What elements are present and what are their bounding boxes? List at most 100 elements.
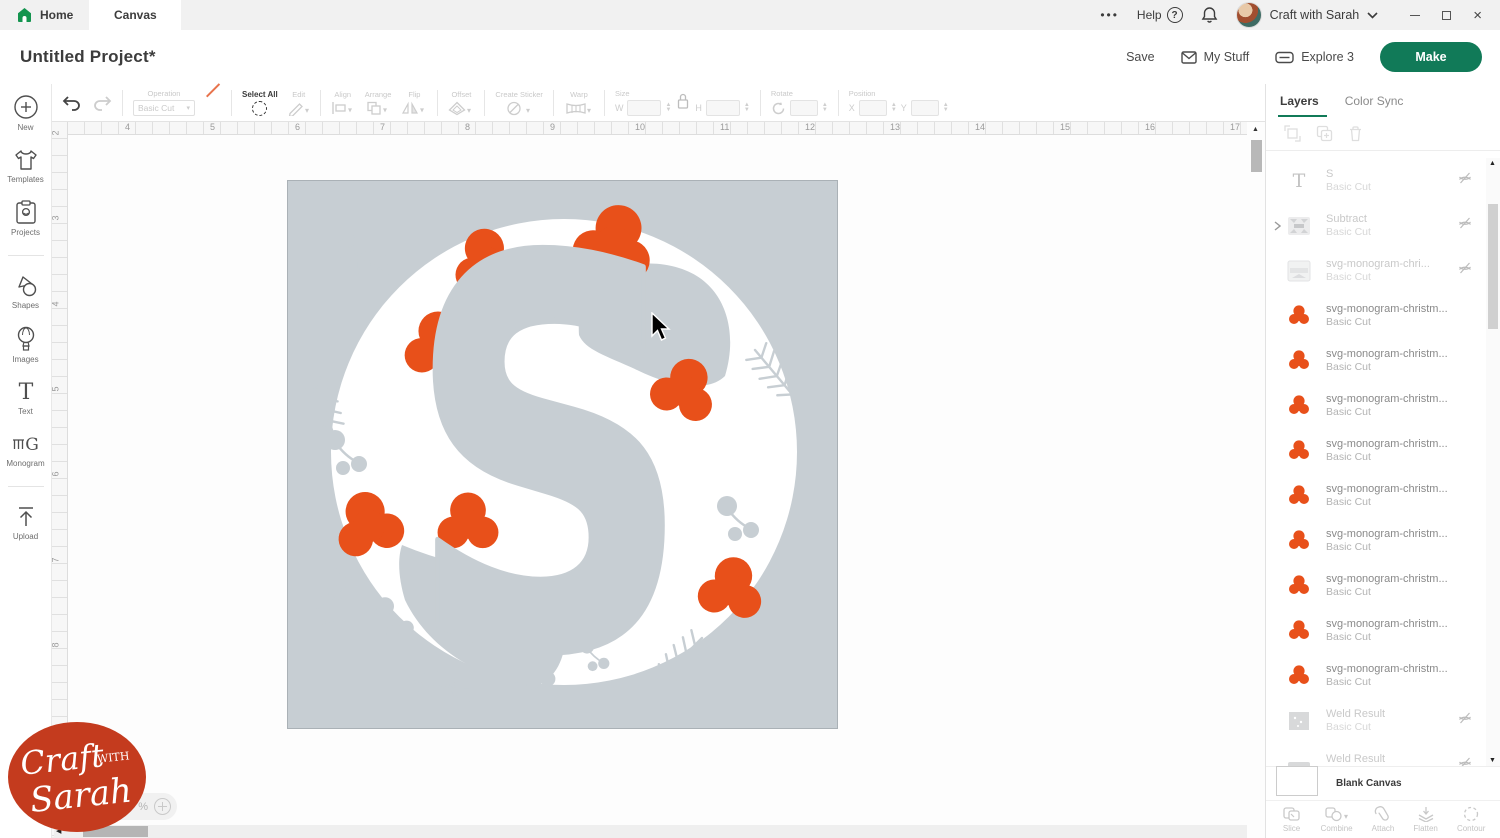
h-ruler-tick: 11 bbox=[720, 122, 729, 132]
select-all-button[interactable]: Select All bbox=[242, 90, 278, 116]
position-x-stepper[interactable]: ▲▼ bbox=[891, 103, 897, 113]
canvas-color-swatch[interactable] bbox=[1276, 766, 1318, 796]
sidebar-item-upload[interactable]: Upload bbox=[0, 505, 51, 541]
arrange-menu[interactable]: Arrange ▾ bbox=[365, 90, 392, 115]
canvas-vertical-scrollbar[interactable]: ▲ bbox=[1250, 124, 1263, 836]
create-sticker-menu[interactable]: Create Sticker ▾ bbox=[495, 90, 543, 116]
select-all-icon bbox=[252, 101, 267, 116]
layer-row[interactable]: Weld ResultBasic Cut bbox=[1266, 743, 1487, 766]
undo-icon[interactable] bbox=[62, 95, 82, 111]
layer-row[interactable]: svg-monogram-christm...Basic Cut bbox=[1266, 653, 1487, 698]
tab-color-sync[interactable]: Color Sync bbox=[1345, 84, 1404, 117]
layer-row[interactable]: Weld ResultBasic Cut bbox=[1266, 698, 1487, 743]
visibility-off-icon[interactable] bbox=[1457, 260, 1473, 281]
scroll-up-arrow-icon[interactable]: ▲ bbox=[1252, 126, 1259, 133]
visibility-off-icon[interactable] bbox=[1457, 215, 1473, 236]
vertical-scroll-thumb[interactable] bbox=[1251, 140, 1262, 172]
layer-row[interactable]: svg-monogram-christm...Basic Cut bbox=[1266, 293, 1487, 338]
edit-menu[interactable]: Edit ▾ bbox=[288, 90, 310, 116]
lock-icon[interactable] bbox=[677, 89, 689, 113]
sidebar-item-text[interactable]: T Text bbox=[0, 380, 51, 416]
rotate-input[interactable] bbox=[790, 100, 818, 116]
layer-operation: Basic Cut bbox=[1326, 541, 1487, 553]
make-button[interactable]: Make bbox=[1380, 42, 1482, 72]
sidebar-item-shapes[interactable]: Shapes bbox=[0, 274, 51, 310]
sidebar-item-projects[interactable]: Projects bbox=[0, 200, 51, 237]
width-input[interactable] bbox=[627, 100, 661, 116]
window-close-button[interactable]: × bbox=[1473, 8, 1482, 23]
flip-menu[interactable]: Flip ▾ bbox=[401, 90, 427, 115]
position-y-input[interactable] bbox=[911, 100, 939, 116]
visibility-off-icon[interactable] bbox=[1457, 755, 1473, 766]
account-menu[interactable]: Craft with Sarah bbox=[1236, 2, 1379, 28]
delete-icon[interactable] bbox=[1348, 125, 1363, 142]
rotate-stepper[interactable]: ▲▼ bbox=[822, 103, 828, 113]
zoom-in-button[interactable] bbox=[154, 798, 171, 815]
position-x-input[interactable] bbox=[859, 100, 887, 116]
operation-dropdown[interactable]: Basic Cut▾ bbox=[133, 100, 195, 116]
layer-row[interactable]: svg-monogram-christm...Basic Cut bbox=[1266, 383, 1487, 428]
align-menu[interactable]: Align ▾ bbox=[331, 90, 355, 115]
tab-home[interactable]: Home bbox=[0, 0, 89, 30]
offset-menu[interactable]: Offset ▾ bbox=[448, 90, 474, 116]
window-maximize-button[interactable] bbox=[1442, 11, 1451, 20]
layer-row[interactable]: svg-monogram-christm...Basic Cut bbox=[1266, 518, 1487, 563]
save-button[interactable]: Save bbox=[1126, 50, 1155, 64]
sidebar-item-new[interactable]: New bbox=[0, 94, 51, 132]
balloon-icon bbox=[15, 326, 37, 352]
width-stepper[interactable]: ▲▼ bbox=[665, 103, 671, 113]
color-swatch[interactable] bbox=[205, 95, 221, 111]
monogram-wreath-design[interactable]: S bbox=[287, 180, 838, 729]
h-ruler-tick: 7 bbox=[380, 122, 385, 132]
combine-button[interactable]: ▾ Combine bbox=[1321, 806, 1353, 833]
height-input[interactable] bbox=[706, 100, 740, 116]
h-ruler-tick: 5 bbox=[210, 122, 215, 132]
layer-name: svg-monogram-christm... bbox=[1326, 483, 1487, 495]
layers-scroll-up-icon[interactable]: ▲ bbox=[1489, 160, 1496, 167]
group-icon[interactable] bbox=[1284, 125, 1301, 142]
layer-row[interactable]: svg-monogram-christm...Basic Cut bbox=[1266, 428, 1487, 473]
contour-button[interactable]: Contour bbox=[1457, 806, 1485, 833]
canvas-horizontal-scrollbar[interactable]: ◀ bbox=[54, 825, 1247, 838]
window-minimize-button[interactable] bbox=[1410, 15, 1420, 16]
svg-text:G: G bbox=[25, 435, 39, 455]
warp-menu[interactable]: Warp ▾ bbox=[564, 90, 594, 116]
h-ruler-tick: 9 bbox=[550, 122, 555, 132]
notifications-bell-icon[interactable] bbox=[1201, 6, 1218, 24]
layer-row[interactable]: svg-monogram-christm...Basic Cut bbox=[1266, 563, 1487, 608]
visibility-off-icon[interactable] bbox=[1457, 170, 1473, 191]
layers-scroll-down-icon[interactable]: ▼ bbox=[1489, 757, 1496, 764]
redo-icon[interactable] bbox=[92, 95, 112, 111]
operation-label: Operation bbox=[148, 89, 181, 98]
layers-scrollbar[interactable]: ▲ ▼ bbox=[1486, 158, 1500, 766]
layer-row[interactable]: SubtractBasic Cut bbox=[1266, 203, 1487, 248]
blank-canvas-row[interactable]: Blank Canvas bbox=[1266, 766, 1500, 800]
visibility-off-icon[interactable] bbox=[1457, 710, 1473, 731]
h-ruler-tick: 15 bbox=[1060, 122, 1070, 132]
upload-icon bbox=[15, 505, 37, 529]
position-y-stepper[interactable]: ▲▼ bbox=[943, 103, 949, 113]
layer-row[interactable]: TSBasic Cut bbox=[1266, 158, 1487, 203]
help-button[interactable]: Help ? bbox=[1137, 7, 1183, 23]
flatten-button[interactable]: Flatten bbox=[1413, 806, 1437, 833]
duplicate-icon[interactable] bbox=[1316, 125, 1333, 142]
layers-scroll-thumb[interactable] bbox=[1488, 204, 1498, 329]
machine-select-button[interactable]: Explore 3 bbox=[1275, 50, 1354, 64]
layer-row[interactable]: svg-monogram-christm...Basic Cut bbox=[1266, 473, 1487, 518]
sidebar-item-images[interactable]: Images bbox=[0, 326, 51, 364]
sidebar-item-templates[interactable]: Templates bbox=[0, 148, 51, 184]
tab-layers[interactable]: Layers bbox=[1280, 84, 1319, 117]
expand-chevron-icon[interactable] bbox=[1270, 221, 1284, 231]
layer-row[interactable]: svg-monogram-christm...Basic Cut bbox=[1266, 338, 1487, 383]
size-label: Size bbox=[615, 89, 630, 98]
height-stepper[interactable]: ▲▼ bbox=[744, 103, 750, 113]
tab-canvas[interactable]: Canvas bbox=[89, 0, 181, 30]
overflow-menu-icon[interactable]: ••• bbox=[1100, 8, 1119, 22]
slice-button[interactable]: Slice bbox=[1282, 806, 1302, 833]
layer-row[interactable]: svg-monogram-christm...Basic Cut bbox=[1266, 608, 1487, 653]
attach-button[interactable]: Attach bbox=[1372, 806, 1395, 833]
layer-row[interactable]: svg-monogram-chri...Basic Cut bbox=[1266, 248, 1487, 293]
canvas-area[interactable]: 4567891011121314151617 2345678 bbox=[52, 122, 1265, 838]
sidebar-item-monogram[interactable]: G Monogram bbox=[0, 432, 51, 468]
my-stuff-button[interactable]: My Stuff bbox=[1181, 50, 1250, 64]
